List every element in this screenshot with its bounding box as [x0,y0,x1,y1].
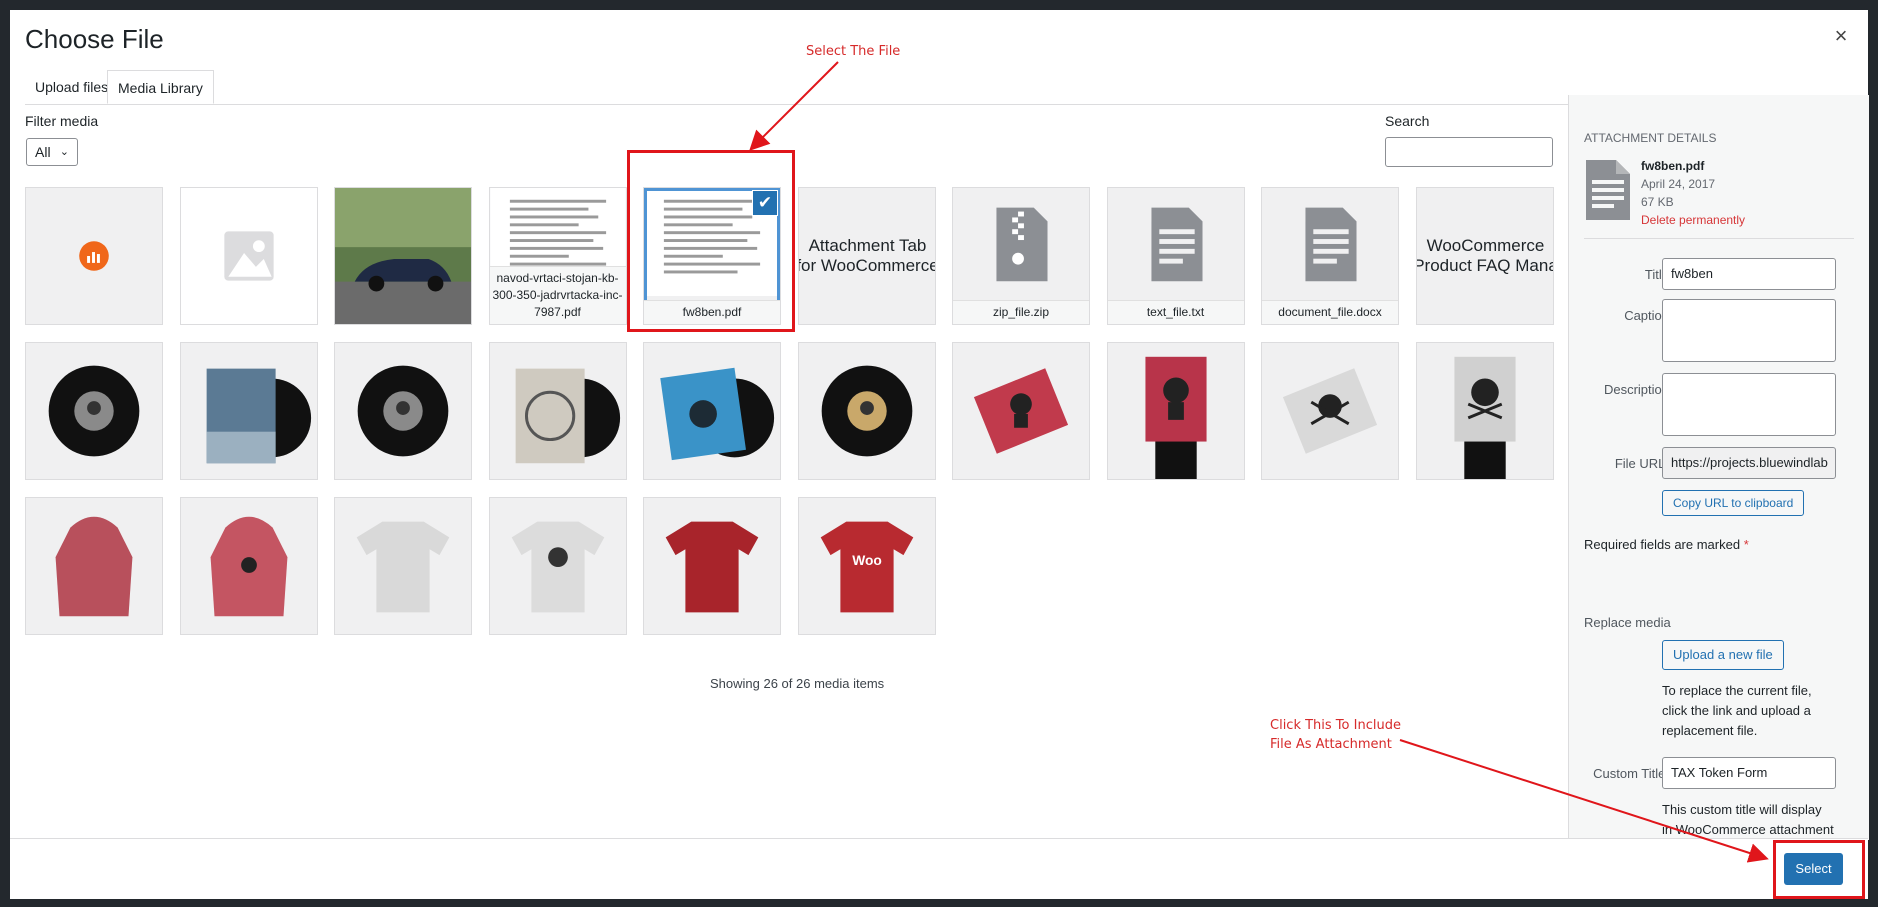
annotation-arrow-select [1399,739,1769,863]
annotation-arrow-file [749,61,839,151]
annotation-arrows [749,61,1769,863]
